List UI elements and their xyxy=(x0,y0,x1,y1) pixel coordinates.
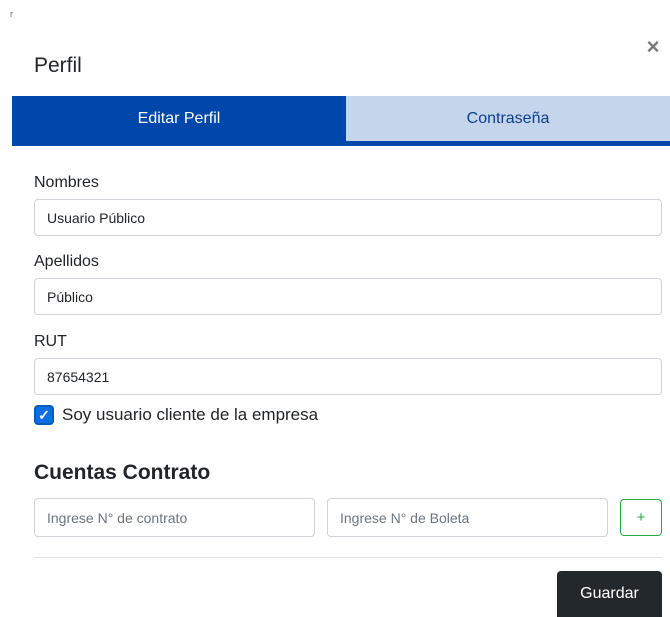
rut-field[interactable] xyxy=(34,358,662,395)
corner-mark: r xyxy=(10,9,13,19)
profile-tabs: Editar Perfil Contraseña xyxy=(12,96,670,146)
close-icon[interactable]: × xyxy=(641,35,665,59)
save-button[interactable]: Guardar xyxy=(557,571,662,617)
nombres-label: Nombres xyxy=(34,174,99,191)
cliente-checkbox-label: Soy usuario cliente de la empresa xyxy=(62,405,319,424)
apellidos-field[interactable] xyxy=(34,278,662,315)
cliente-checkbox[interactable]: ✓ xyxy=(34,405,54,425)
rut-label: RUT xyxy=(34,333,67,350)
apellidos-label: Apellidos xyxy=(34,253,99,270)
tab-editar-perfil[interactable]: Editar Perfil xyxy=(12,96,346,141)
cuentas-contrato-title: Cuentas Contrato xyxy=(34,461,211,484)
footer-divider xyxy=(34,557,662,558)
cliente-checkbox-row[interactable]: ✓ Soy usuario cliente de la empresa xyxy=(34,405,318,425)
add-contract-button[interactable]: + xyxy=(620,499,662,536)
modal-title: Perfil xyxy=(34,54,82,77)
boleta-number-input[interactable] xyxy=(327,498,608,537)
tab-contrasena[interactable]: Contraseña xyxy=(346,96,670,141)
contract-number-input[interactable] xyxy=(34,498,315,537)
nombres-field[interactable] xyxy=(34,199,662,236)
